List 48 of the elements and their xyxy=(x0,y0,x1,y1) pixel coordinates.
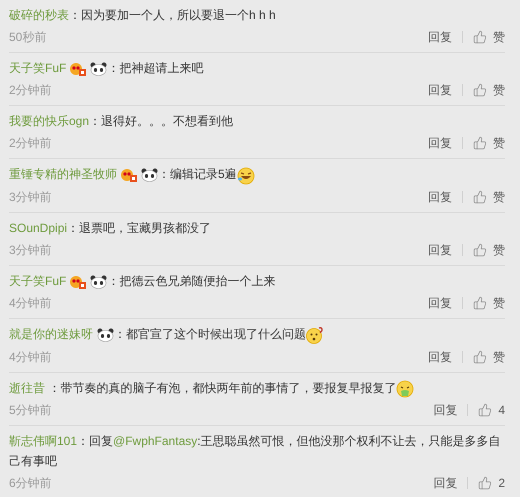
like-count[interactable]: 赞 xyxy=(493,348,505,366)
comment-text: 靳志伟啊101：回复@FwphFantasy:王思聪虽然可恨，但他没那个权利不让去，只能是多多自己有事吧 xyxy=(9,433,502,470)
like-count[interactable]: 赞 xyxy=(493,240,505,259)
thumbs-up-icon[interactable] xyxy=(473,136,487,150)
thumbs-up-icon[interactable] xyxy=(473,242,487,257)
comment-text: 就是你的迷妹呀 ：都官宣了这个时候出现了什么问题 xyxy=(9,324,505,345)
comment-text: 我要的快乐ogn：退得好。。。不想看到他 xyxy=(9,113,234,130)
reply-link[interactable]: 回复 xyxy=(433,474,458,492)
reply-link[interactable]: 回复 xyxy=(428,188,452,206)
reply-link[interactable]: 回复 xyxy=(433,401,458,420)
comment-text: 逝往昔 ：带节奏的真的脑子有泡，都快两年前的事情了，要报复早报复了 xyxy=(9,378,505,398)
like-count[interactable]: 赞 xyxy=(493,188,505,206)
thumbs-up-icon[interactable] xyxy=(473,190,487,204)
timestamp: 50秒前 xyxy=(9,29,46,46)
reply-link[interactable]: 回复 xyxy=(428,240,452,259)
comment-text: 破碎的秒表：因为要加一个人，所以要退一个h h h xyxy=(9,7,277,24)
timestamp: 3分钟前 xyxy=(9,188,52,206)
comment-text: 天子笑FuF ：把神超请上来吧 xyxy=(9,60,204,78)
thumbs-up-icon[interactable] xyxy=(473,30,487,44)
thumbs-up-icon[interactable] xyxy=(478,476,492,490)
timestamp: 4分钟前 xyxy=(9,348,52,366)
timestamp: 3分钟前 xyxy=(9,242,52,259)
timestamp: 6分钟前 xyxy=(9,475,52,492)
sick-face-icon xyxy=(396,380,414,398)
thumbs-up-icon[interactable] xyxy=(473,83,487,97)
laughing-face-icon xyxy=(236,166,255,185)
reply-link[interactable]: 回复 xyxy=(428,81,452,99)
thumbs-up-icon[interactable] xyxy=(478,403,492,418)
like-count[interactable]: 4 xyxy=(498,401,505,420)
timestamp: 2分钟前 xyxy=(9,82,52,99)
thumbs-up-icon[interactable] xyxy=(473,350,487,364)
like-count[interactable]: 赞 xyxy=(493,81,505,99)
reply-link[interactable]: 回复 xyxy=(428,348,452,366)
like-count[interactable]: 赞 xyxy=(493,28,505,46)
timestamp: 2分钟前 xyxy=(9,135,52,152)
timestamp: 5分钟前 xyxy=(9,402,52,420)
thumbs-up-icon[interactable] xyxy=(473,296,487,310)
puzzled-face-icon xyxy=(306,326,324,344)
comment-text: 重锤专精的神圣牧师 ：编辑记录5遍 xyxy=(9,164,505,185)
like-count[interactable]: 赞 xyxy=(493,134,505,152)
timestamp: 4分钟前 xyxy=(9,294,52,312)
comment-text: SOunDpipi：退票吧，宝藏男孩都没了 xyxy=(9,220,212,237)
like-count[interactable]: 赞 xyxy=(493,294,505,312)
like-count[interactable]: 2 xyxy=(498,474,505,492)
reply-link[interactable]: 回复 xyxy=(428,294,452,312)
comment-text: 天子笑FuF ：把德云色兄弟随便抬一个上来 xyxy=(9,272,276,291)
reply-link[interactable]: 回复 xyxy=(428,134,452,152)
reply-link[interactable]: 回复 xyxy=(428,28,452,46)
